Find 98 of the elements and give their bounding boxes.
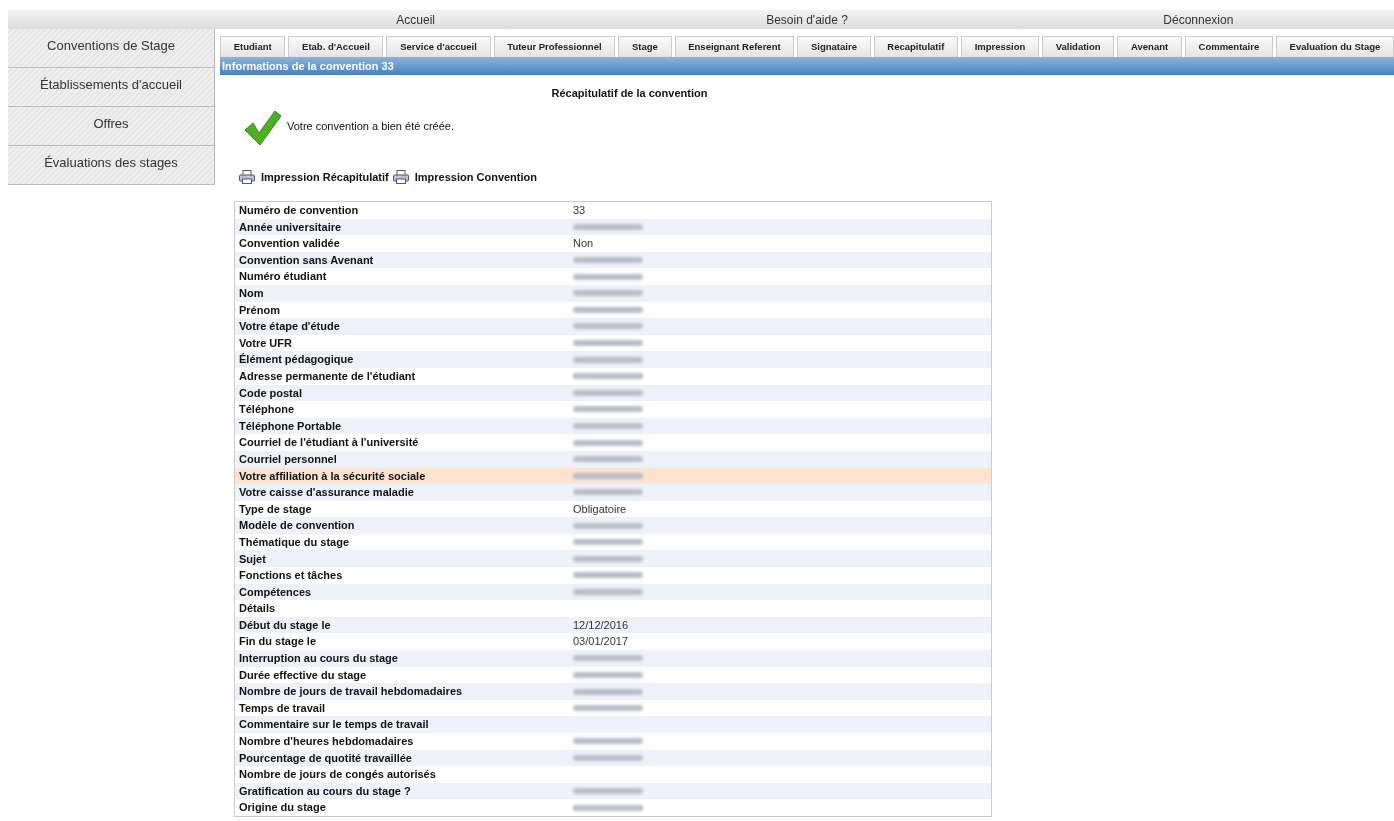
redacted-value	[573, 804, 643, 811]
redacted-value	[573, 539, 643, 546]
field-label: Courriel de l'étudiant à l'université	[238, 435, 420, 451]
field-label: Adresse permanente de l'étudiant	[238, 369, 417, 384]
redacted-value	[573, 257, 643, 264]
printer-icon[interactable]	[392, 169, 409, 184]
redacted-value	[573, 655, 643, 662]
redacted-value	[573, 738, 643, 745]
field-label: Thématique du stage	[238, 534, 351, 550]
field-label: Élément pédagogique	[238, 352, 355, 368]
tab[interactable]: Validation	[1042, 36, 1115, 57]
field-label: Origine du stage	[238, 800, 327, 816]
redacted-value	[573, 340, 643, 347]
field-label: Compétences	[238, 584, 313, 600]
tab[interactable]: Recapitulatif	[873, 36, 958, 57]
print-link[interactable]: Impression Convention	[414, 168, 537, 185]
field-label: Type de stage	[238, 501, 313, 517]
print-link[interactable]: Impression Récapitulatif	[261, 168, 389, 185]
top-menu-link[interactable]: Besoin d'aide ?	[766, 10, 848, 29]
field-label: Durée effective du stage	[238, 667, 368, 683]
redacted-value	[573, 555, 643, 562]
redacted-value	[573, 688, 643, 695]
top-menu-link[interactable]: Déconnexion	[1163, 10, 1234, 29]
field-label: Fin du stage le	[238, 634, 317, 650]
field-label: Nom	[238, 286, 265, 301]
success-message: Votre convention a bien été créée.	[287, 118, 454, 134]
sidebar-item[interactable]: Évaluations des stages	[8, 146, 215, 185]
field-label: Courriel personnel	[238, 451, 338, 467]
redacted-value	[573, 223, 643, 230]
redacted-value	[573, 671, 643, 678]
field-label: Convention validée	[238, 236, 341, 252]
tab[interactable]: Commentaire	[1184, 36, 1273, 57]
field-label: Prénom	[238, 302, 281, 318]
tab[interactable]: Etudiant	[220, 36, 286, 57]
redacted-value	[573, 572, 643, 579]
field-label: Convention sans Avenant	[238, 252, 375, 268]
field-label: Pourcentage de quotité travaillée	[238, 750, 413, 766]
recap-title: Récapitulatif de la convention	[550, 86, 709, 101]
field-label: Interruption au cours du stage	[238, 651, 399, 667]
field-value: Obligatoire	[573, 501, 627, 517]
field-label: Début du stage le	[238, 617, 332, 633]
field-label: Numéro étudiant	[238, 269, 328, 285]
redacted-value	[573, 389, 643, 396]
redacted-value	[573, 290, 643, 297]
redacted-value	[573, 306, 643, 313]
field-value: 03/01/2017	[573, 634, 629, 650]
sidebar-item[interactable]: Conventions de Stage	[8, 29, 215, 68]
top-menu-link[interactable]: Accueil	[396, 10, 435, 29]
tab[interactable]: Signataire	[797, 36, 871, 57]
redacted-value	[573, 472, 643, 479]
tab[interactable]: Service d'accueil	[386, 36, 491, 57]
redacted-value	[573, 373, 643, 380]
field-label: Nombre de jours de travail hebdomadaires	[238, 684, 464, 700]
redacted-value	[573, 754, 643, 761]
redacted-value	[573, 522, 643, 529]
field-label: Commentaire sur le temps de travail	[238, 717, 430, 733]
printer-icon[interactable]	[239, 169, 255, 184]
tab[interactable]: Evaluation du Stage	[1275, 36, 1394, 57]
field-label: Modèle de convention	[238, 518, 356, 534]
field-label: Année universitaire	[238, 219, 343, 235]
field-label: Votre affiliation à la sécurité sociale	[238, 468, 427, 484]
redacted-value	[573, 356, 643, 363]
redacted-value	[573, 423, 643, 429]
field-label: Téléphone	[238, 402, 295, 418]
redacted-value	[573, 439, 643, 446]
redacted-value	[573, 705, 643, 712]
tab[interactable]: Avenant	[1117, 36, 1182, 57]
redacted-value	[573, 788, 643, 795]
field-value: 12/12/2016	[573, 617, 629, 633]
field-label: Fonctions et tâches	[238, 568, 344, 584]
redacted-value	[573, 406, 643, 413]
field-label: Détails	[238, 601, 277, 617]
field-label: Code postal	[238, 385, 303, 401]
tab[interactable]: Etab. d'Accueil	[288, 36, 384, 57]
field-label: Temps de travail	[238, 700, 326, 716]
sidebar-item[interactable]: Établissements d'accueil	[8, 68, 215, 107]
field-label: Téléphone Portable	[238, 418, 343, 434]
field-value: 33	[573, 203, 586, 219]
redacted-value	[573, 456, 643, 463]
field-label: Sujet	[238, 551, 267, 567]
field-label: Nombre de jours de congés autorisés	[238, 767, 437, 783]
redacted-value	[573, 323, 643, 330]
field-label: Votre UFR	[238, 335, 293, 351]
redacted-value	[573, 588, 643, 595]
field-label: Votre étape d'étude	[238, 319, 341, 335]
sidebar-item[interactable]: Offres	[8, 107, 215, 146]
tab[interactable]: Stage	[618, 36, 672, 57]
field-label: Gratification au cours du stage ?	[238, 783, 412, 799]
panel-title-bar: Informations de la convention 33	[220, 57, 1394, 75]
field-label: Votre caisse d'assurance maladie	[238, 485, 415, 501]
redacted-value	[573, 489, 643, 496]
redacted-value	[573, 273, 643, 280]
field-value: Non	[573, 236, 594, 252]
field-label: Nombre d'heures hebdomadaires	[238, 734, 415, 750]
tab[interactable]: Enseignant Referent	[674, 36, 795, 57]
tab[interactable]: Impression	[961, 36, 1040, 57]
field-label: Numéro de convention	[238, 203, 360, 219]
tab[interactable]: Tuteur Professionnel	[493, 36, 616, 57]
